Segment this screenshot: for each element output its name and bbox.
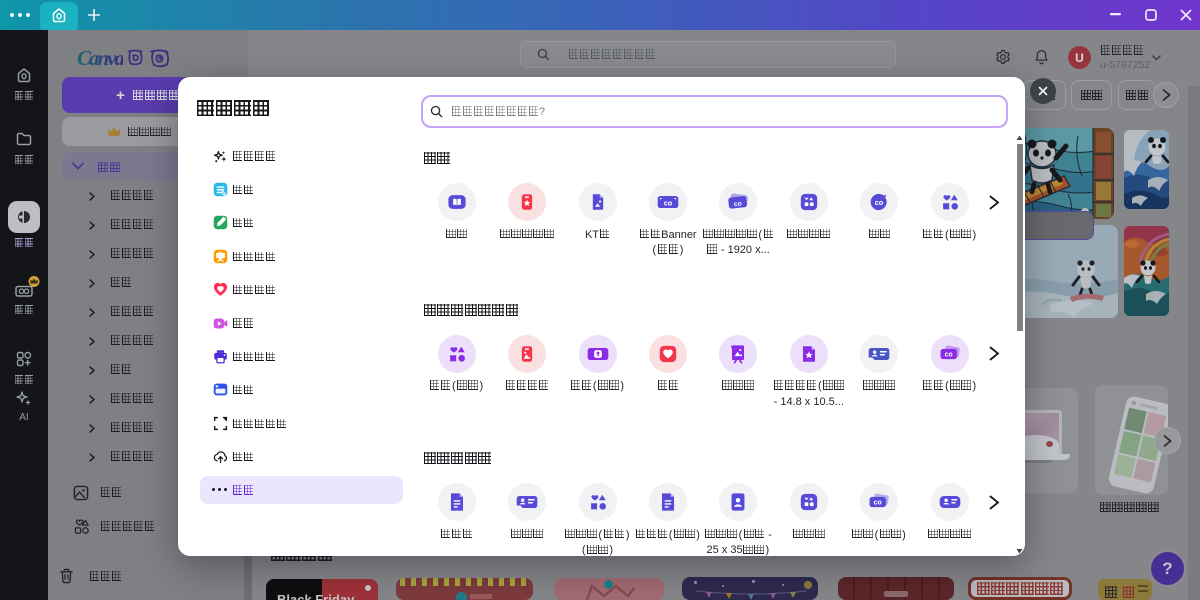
svg-text:co: co	[664, 198, 673, 207]
svg-text:co: co	[734, 200, 743, 208]
svg-text:co: co	[944, 351, 952, 358]
svg-text:co: co	[875, 198, 884, 207]
svg-text:co: co	[874, 500, 882, 507]
